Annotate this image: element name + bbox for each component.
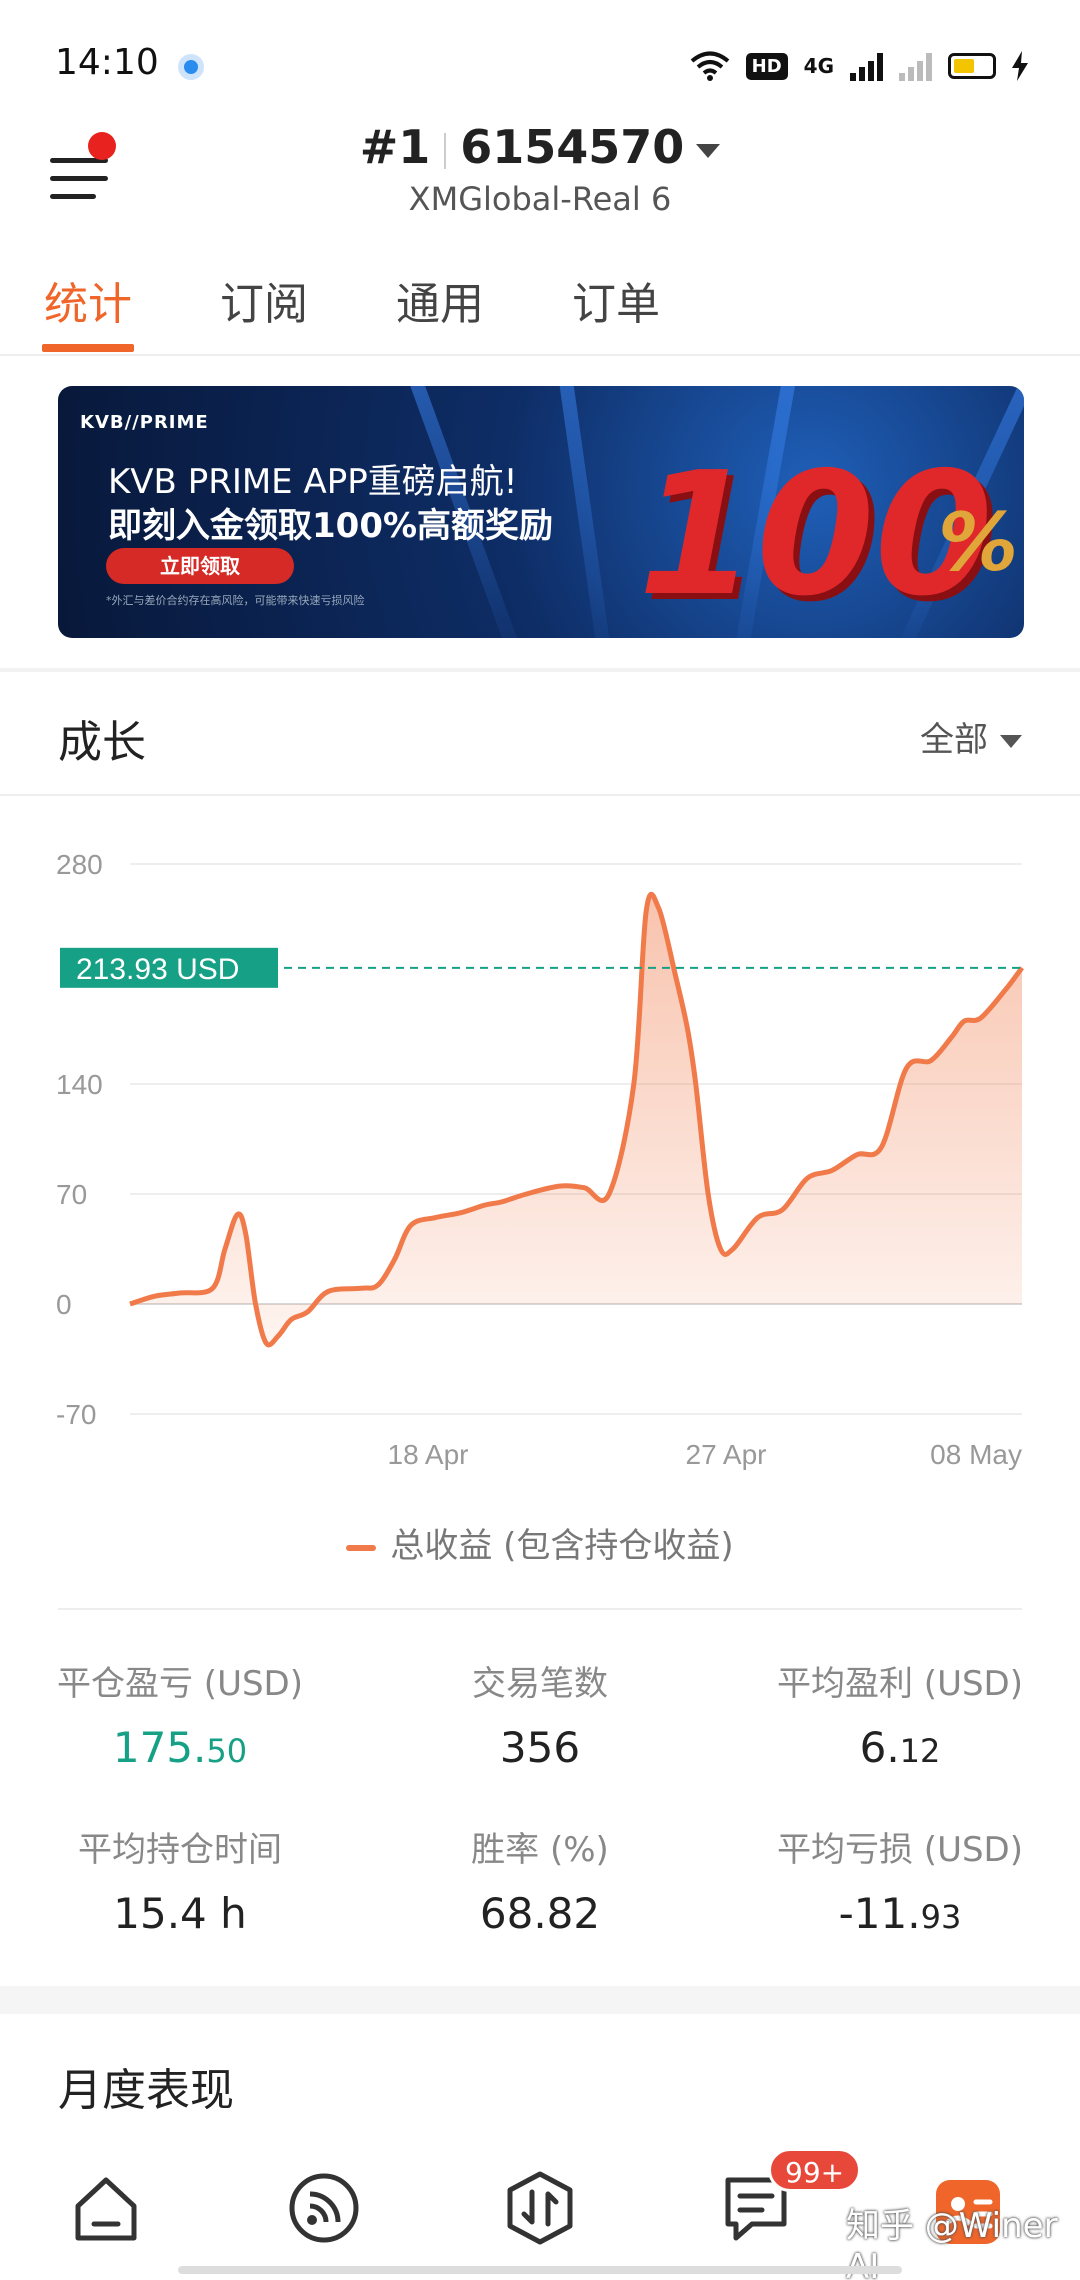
- x-tick-label: 18 Apr: [388, 1439, 469, 1470]
- banner-disclaimer: *外汇与差价合约存在高风险，可能带来快速亏损风险: [106, 594, 365, 607]
- hd-icon: HD: [745, 52, 788, 80]
- status-icons: HD 4G: [690, 48, 1028, 84]
- tab-orders[interactable]: 订单: [572, 268, 660, 332]
- stat-value-decimal: 12: [899, 1732, 941, 1770]
- status-bar: 14:10 HD 4G: [0, 0, 1080, 110]
- feed-icon[interactable]: [284, 2168, 364, 2248]
- active-tab-indicator: [42, 344, 134, 352]
- message-count-badge: 99+: [768, 2148, 862, 2192]
- stat-label: 胜率 (%): [471, 1830, 609, 1870]
- account-server: XMGlobal-Real 6: [408, 180, 672, 218]
- current-value-label: 213.93 USD: [76, 953, 239, 986]
- no-signal-icon: [899, 51, 932, 81]
- account-rank: #1: [359, 120, 431, 174]
- stat-value: -11.93: [720, 1889, 1080, 1938]
- tab-general[interactable]: 通用: [396, 268, 484, 332]
- x-tick-label: 27 Apr: [686, 1439, 767, 1470]
- bottom-nav: 99+ 知乎 @Winer AI: [0, 2138, 1080, 2280]
- banner-subheadline: 即刻入金领取100%高额奖励: [108, 506, 554, 546]
- y-tick-label: 280: [56, 849, 103, 880]
- battery-icon: [948, 53, 996, 79]
- stat-value-decimal: 50: [206, 1732, 248, 1770]
- tab-bar: 统计 订阅 通用 订单: [0, 258, 1080, 356]
- banner-headline: KVB PRIME APP重磅启航!: [108, 462, 518, 502]
- status-time: 14:10: [55, 42, 159, 83]
- stat-label: 平均盈利 (USD): [777, 1664, 1023, 1704]
- stat-item: 平仓盈亏 (USD) 175.50: [0, 1656, 360, 1772]
- caret-down-icon: [696, 143, 721, 158]
- stat-value: 15.4 h: [0, 1889, 360, 1938]
- stat-value: 175.50: [0, 1723, 360, 1772]
- legend-swatch: [346, 1544, 377, 1551]
- growth-range-label: 全部: [920, 720, 988, 760]
- stat-label: 平均亏损 (USD): [777, 1830, 1023, 1870]
- banner-logo: KVB//PRIME: [80, 412, 209, 433]
- y-tick-label: -70: [56, 1399, 96, 1430]
- stat-value-main: -11.: [838, 1889, 921, 1938]
- stat-value-main: 6.: [859, 1723, 900, 1772]
- y-tick-label: 140: [56, 1069, 103, 1100]
- promo-banner[interactable]: KVB//PRIME KVB PRIME APP重磅启航! 即刻入金领取100%…: [58, 386, 1024, 638]
- charging-icon: [1012, 51, 1028, 81]
- y-tick-label: 0: [56, 1289, 72, 1320]
- home-icon[interactable]: [66, 2168, 146, 2248]
- section-spacer: [0, 1986, 1080, 2014]
- location-dot-icon: [178, 54, 204, 80]
- wifi-icon: [690, 51, 729, 81]
- header: #1 6154570 XMGlobal-Real 6: [0, 120, 1080, 240]
- stat-value-main: 356: [499, 1723, 581, 1772]
- growth-range-filter[interactable]: 全部: [920, 712, 1022, 761]
- stat-label: 交易笔数: [472, 1664, 608, 1704]
- 4g-label: 4G: [803, 54, 834, 78]
- tab-statistics[interactable]: 统计: [44, 268, 132, 332]
- 4g-signal-icon: [850, 51, 883, 81]
- stats-divider: [58, 1608, 1022, 1610]
- account-selector[interactable]: #1 6154570: [0, 120, 1080, 174]
- growth-title: 成长: [58, 717, 146, 768]
- stat-value-main: 175.: [112, 1723, 207, 1772]
- stat-value: 356: [360, 1723, 720, 1772]
- stat-value: 6.12: [720, 1723, 1080, 1772]
- stat-item: 平均盈利 (USD) 6.12: [720, 1656, 1080, 1772]
- trade-icon[interactable]: [500, 2168, 580, 2248]
- stat-value: 68.82: [360, 1889, 720, 1938]
- chart-legend: 总收益 (包含持仓收益): [0, 1518, 1080, 1567]
- growth-chart[interactable]: 280 140 70 0 -70 213.93 USD 18 Apr 27 Apr 08 May: [0, 820, 1080, 1510]
- x-tick-label: 08 May: [930, 1439, 1022, 1470]
- y-tick-label: 70: [56, 1179, 87, 1210]
- stat-label: 平仓盈亏 (USD): [57, 1664, 303, 1704]
- stat-item: 胜率 (%) 68.82: [360, 1822, 720, 1938]
- legend-label: 总收益 (包含持仓收益): [390, 1526, 734, 1566]
- section-divider: [0, 668, 1080, 672]
- stat-item: 平均持仓时间 15.4 h: [0, 1822, 360, 1938]
- stat-item: 平均亏损 (USD) -11.93: [720, 1822, 1080, 1938]
- growth-header-divider: [0, 794, 1080, 796]
- stat-value-main: 68.82: [479, 1889, 601, 1938]
- monthly-performance-title: 月度表现: [58, 2065, 234, 2116]
- stat-label: 平均持仓时间: [78, 1830, 282, 1870]
- stat-value-decimal: 93: [920, 1898, 962, 1936]
- stat-item: 交易笔数 356: [360, 1656, 720, 1772]
- account-number: 6154570: [460, 120, 685, 174]
- caret-down-icon: [1000, 735, 1022, 748]
- stat-value-main: 15.4 h: [113, 1889, 247, 1938]
- banner-percent-graphic: %: [938, 496, 1019, 589]
- tab-subscribe[interactable]: 订阅: [220, 268, 308, 332]
- banner-claim-button[interactable]: 立即领取: [106, 548, 294, 584]
- home-indicator: [178, 2266, 902, 2274]
